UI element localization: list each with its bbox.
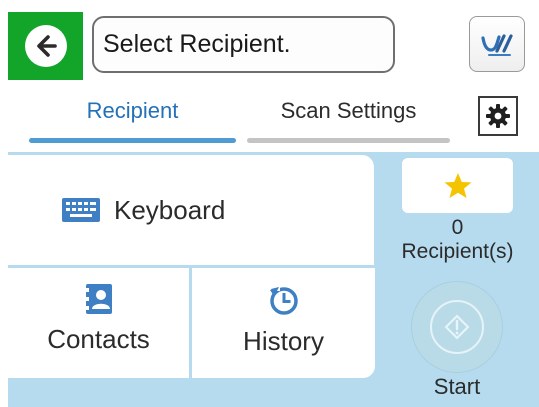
- tab-recipient-label: Recipient: [86, 98, 179, 123]
- keyboard-button[interactable]: Keyboard: [8, 155, 374, 265]
- star-icon: [444, 172, 471, 198]
- gear-icon: [486, 104, 510, 128]
- scan-recipient-screen: Select Recipient. Recipient Scan Setting…: [0, 0, 539, 407]
- back-button[interactable]: [8, 12, 83, 80]
- instruction-text: Select Recipient.: [103, 30, 291, 58]
- recipient-count-label: Recipient(s): [401, 240, 514, 263]
- history-clock-icon: [269, 287, 298, 315]
- history-button[interactable]: History: [192, 268, 375, 378]
- history-label: History: [243, 326, 324, 356]
- favorites-button[interactable]: [402, 158, 513, 213]
- recipient-count: 0: [451, 216, 464, 239]
- tab-scan-settings-label: Scan Settings: [280, 98, 417, 123]
- keyboard-label: Keyboard: [114, 194, 226, 225]
- tab-scan-settings-indicator: [247, 138, 450, 143]
- start-button[interactable]: [411, 281, 503, 373]
- contacts-button[interactable]: Contacts: [8, 268, 189, 378]
- back-arrow-icon: [24, 25, 67, 67]
- contacts-label: Contacts: [47, 324, 150, 354]
- contacts-icon: [85, 284, 112, 314]
- start-diamond-icon: [430, 300, 484, 354]
- scanner-brand-logo-icon: [481, 34, 513, 56]
- tab-recipient-indicator: [29, 138, 236, 143]
- tab-scan-settings[interactable]: Scan Settings: [247, 88, 450, 148]
- instruction-prompt: Select Recipient.: [92, 16, 395, 73]
- tab-recipient[interactable]: Recipient: [29, 88, 236, 148]
- start-label: Start: [433, 374, 481, 399]
- settings-button[interactable]: [478, 96, 518, 136]
- keyboard-icon: [62, 198, 100, 222]
- brand-logo-button[interactable]: [469, 16, 525, 72]
